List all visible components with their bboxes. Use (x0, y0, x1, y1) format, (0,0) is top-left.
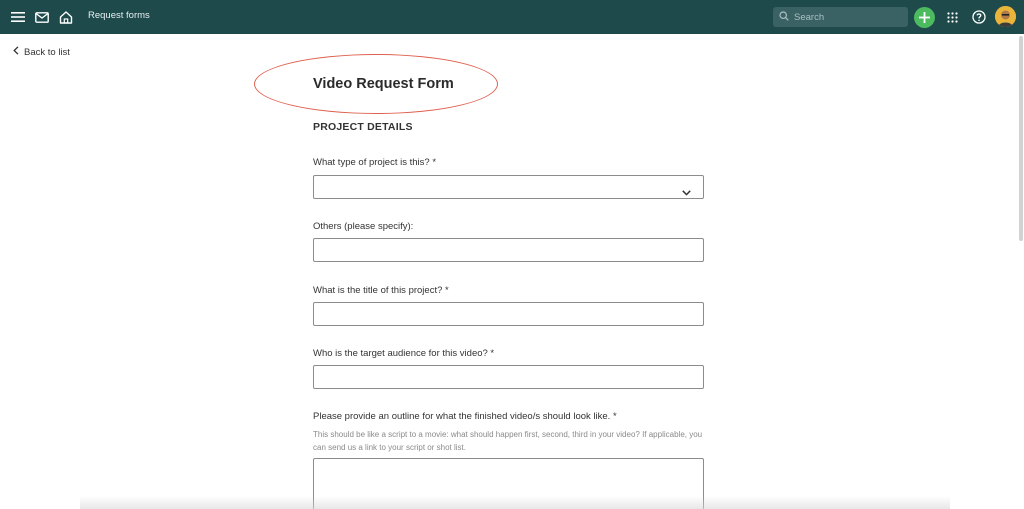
search-icon (779, 8, 789, 26)
mail-icon[interactable] (33, 8, 51, 26)
outline-help-text: This should be like a script to a movie:… (313, 430, 703, 452)
outline-label: Please provide an outline for what the f… (313, 411, 617, 422)
project-title-field[interactable] (313, 302, 704, 326)
home-icon[interactable] (57, 8, 75, 26)
target-audience-field[interactable] (313, 365, 704, 389)
target-audience-label: Who is the target audience for this vide… (313, 348, 495, 359)
project-type-select[interactable] (313, 175, 704, 199)
chevron-left-icon (13, 46, 19, 58)
search-input[interactable] (794, 11, 904, 23)
scrollbar[interactable] (1019, 36, 1023, 241)
others-field[interactable] (313, 238, 704, 262)
section-heading: PROJECT DETAILS (313, 121, 413, 133)
search-box[interactable] (773, 7, 908, 27)
others-input[interactable] (314, 239, 703, 261)
menu-icon[interactable] (9, 8, 27, 26)
chevron-down-icon (682, 183, 691, 201)
back-to-list-link[interactable]: Back to list (13, 46, 70, 58)
outline-textarea[interactable] (313, 458, 704, 509)
back-to-list-label: Back to list (24, 46, 70, 58)
project-title-label: What is the title of this project? * (313, 285, 449, 296)
help-icon[interactable] (970, 8, 988, 26)
avatar[interactable] (995, 6, 1016, 27)
others-label: Others (please specify): (313, 221, 414, 232)
project-type-label: What type of project is this? * (313, 157, 437, 168)
apps-grid-icon[interactable] (943, 8, 961, 26)
top-navigation-bar: Request forms (0, 0, 1024, 34)
target-audience-input[interactable] (314, 366, 703, 388)
page-title: Video Request Form (313, 76, 454, 92)
create-new-button[interactable] (914, 7, 935, 28)
breadcrumb[interactable]: Request forms (88, 10, 150, 21)
project-title-input[interactable] (314, 303, 703, 325)
plus-icon (919, 12, 930, 23)
